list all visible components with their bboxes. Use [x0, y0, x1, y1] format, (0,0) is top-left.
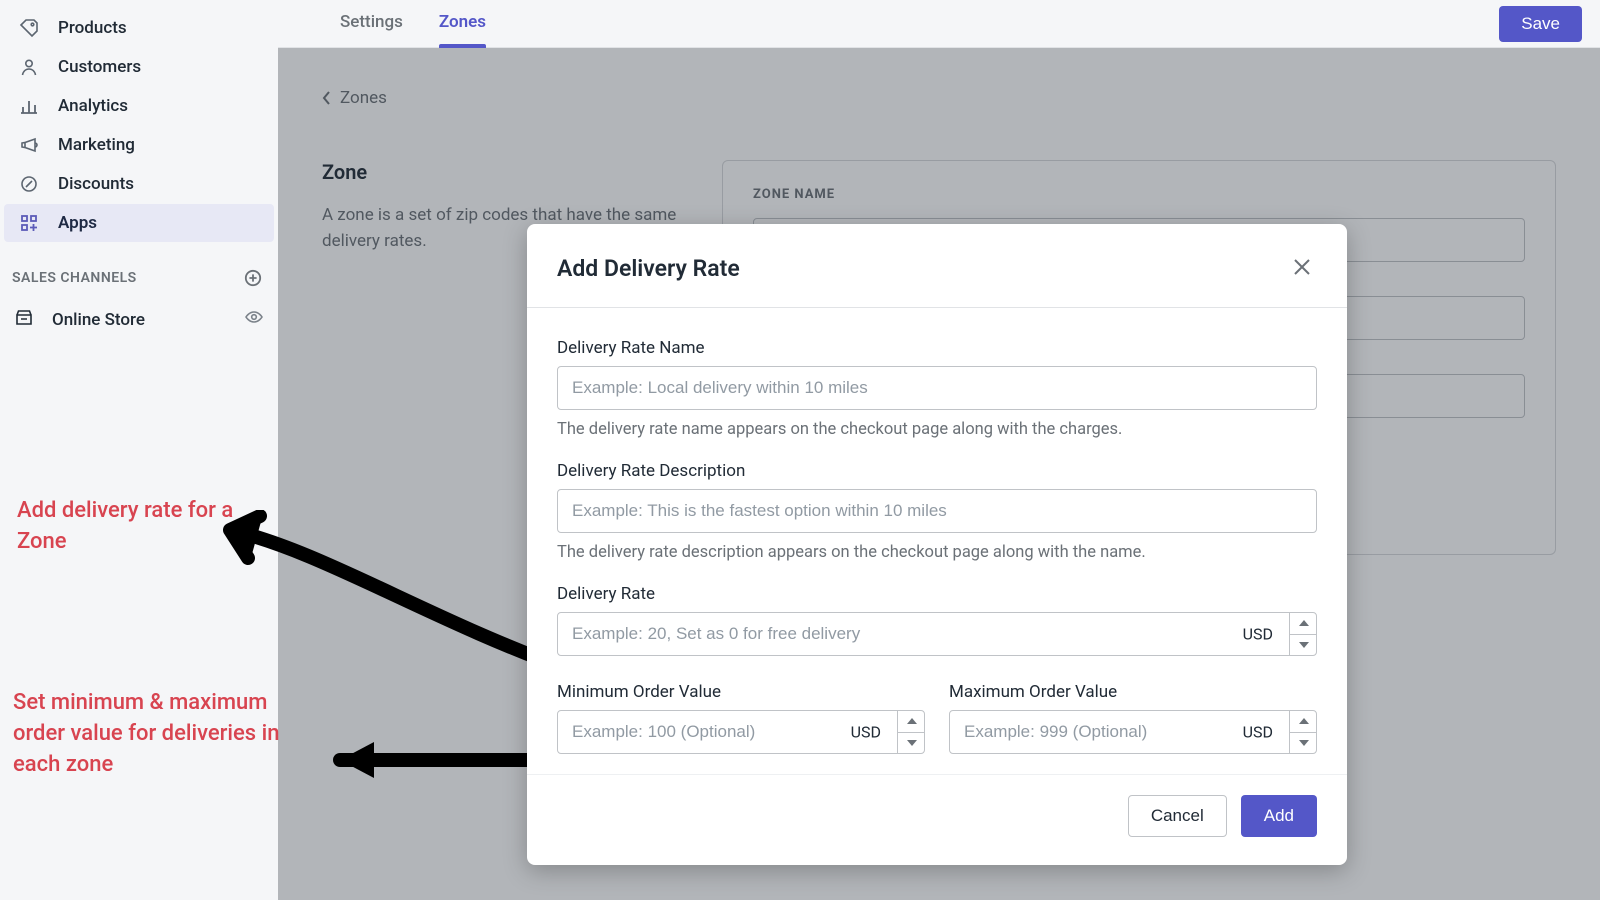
store-icon [14, 307, 34, 332]
bars-icon [18, 95, 40, 117]
rate-desc-help: The delivery rate description appears on… [557, 543, 1317, 562]
tab-label: Zones [439, 12, 486, 32]
close-icon [1291, 256, 1313, 278]
sidebar-item-label: Analytics [58, 96, 128, 116]
sidebar-item-label: Discounts [58, 174, 134, 194]
annotation-2: Set minimum & maximum order value for de… [13, 688, 293, 780]
rate-desc-input[interactable] [557, 489, 1317, 533]
tab-zones[interactable]: Zones [439, 0, 486, 47]
sidebar-section-label: SALES CHANNELS [12, 270, 137, 286]
stepper-down-icon[interactable] [1290, 635, 1317, 657]
rate-label: Delivery Rate [557, 584, 1317, 604]
eye-icon[interactable] [244, 307, 264, 332]
rate-desc-label: Delivery Rate Description [557, 461, 1317, 481]
grid-icon [18, 212, 40, 234]
topbar: Settings Zones Save [278, 0, 1600, 48]
stepper-down-icon[interactable] [898, 733, 925, 755]
person-icon [18, 56, 40, 78]
rate-name-input[interactable] [557, 366, 1317, 410]
annotation-1: Add delivery rate for a Zone [17, 496, 237, 558]
add-button[interactable]: Add [1241, 795, 1317, 837]
stepper-up-icon[interactable] [898, 710, 925, 733]
save-button[interactable]: Save [1499, 6, 1582, 42]
sidebar-item-label: Customers [58, 57, 141, 77]
close-button[interactable] [1287, 252, 1317, 285]
tag-icon [18, 17, 40, 39]
channel-item-label: Online Store [52, 310, 145, 330]
rate-stepper[interactable] [1289, 612, 1317, 656]
megaphone-icon [18, 134, 40, 156]
tab-settings[interactable]: Settings [340, 0, 403, 47]
rate-currency: USD [1243, 625, 1273, 644]
sidebar-item-products[interactable]: Products [4, 9, 274, 47]
max-order-stepper[interactable] [1289, 710, 1317, 754]
min-order-stepper[interactable] [897, 710, 925, 754]
cancel-button[interactable]: Cancel [1128, 795, 1227, 837]
min-order-currency: USD [851, 723, 881, 742]
sidebar-item-label: Apps [58, 213, 97, 233]
sidebar-item-label: Products [58, 18, 127, 38]
add-delivery-rate-modal: Add Delivery Rate Delivery Rate Name The… [527, 224, 1347, 865]
stepper-up-icon[interactable] [1290, 710, 1317, 733]
badge-icon [18, 173, 40, 195]
max-order-currency: USD [1243, 723, 1273, 742]
rate-input[interactable] [557, 612, 1317, 656]
max-order-label: Maximum Order Value [949, 682, 1317, 702]
min-order-label: Minimum Order Value [557, 682, 925, 702]
sidebar-item-analytics[interactable]: Analytics [4, 87, 274, 125]
rate-name-label: Delivery Rate Name [557, 338, 1317, 358]
sidebar-item-apps[interactable]: Apps [4, 204, 274, 242]
channel-item-online-store[interactable]: Online Store [0, 299, 278, 340]
sidebar-item-label: Marketing [58, 135, 135, 155]
stepper-down-icon[interactable] [1290, 733, 1317, 755]
add-channel-button[interactable] [242, 267, 264, 289]
rate-name-help: The delivery rate name appears on the ch… [557, 420, 1317, 439]
tab-label: Settings [340, 12, 403, 32]
modal-title: Add Delivery Rate [557, 255, 740, 282]
sidebar-item-marketing[interactable]: Marketing [4, 126, 274, 164]
sidebar-section-header: SALES CHANNELS [0, 243, 278, 299]
sidebar-item-discounts[interactable]: Discounts [4, 165, 274, 203]
sidebar-item-customers[interactable]: Customers [4, 48, 274, 86]
stepper-up-icon[interactable] [1290, 612, 1317, 635]
